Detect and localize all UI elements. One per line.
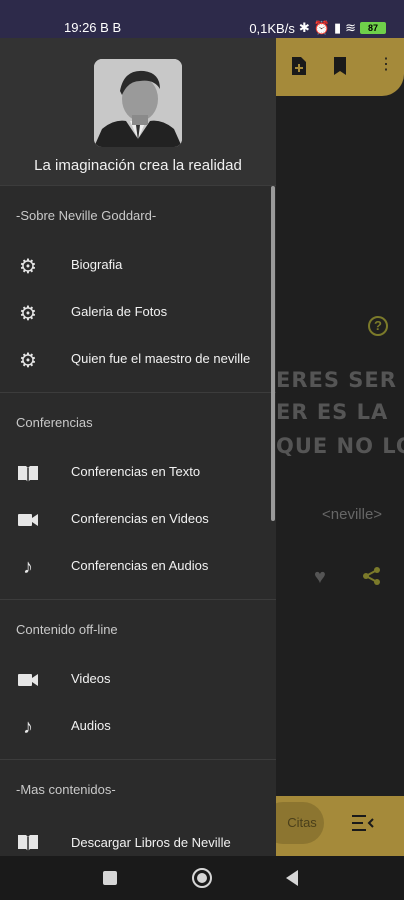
gear-icon: ⚙ <box>19 302 37 325</box>
back-button[interactable] <box>284 869 300 892</box>
drawer-item-label: Galeria de Fotos <box>71 304 168 319</box>
drawer-item-label: Quien fue el maestro de neville <box>71 351 251 366</box>
wifi-icon: ≋ <box>345 20 356 35</box>
drawer-item-label: Biografia <box>71 257 123 272</box>
quote-line: ERES SER <box>276 368 397 392</box>
drawer-scrollbar[interactable] <box>271 186 275 521</box>
section-title: Contenido off-line <box>16 622 118 637</box>
book-icon <box>16 462 40 484</box>
drawer-item-label: Audios <box>71 718 111 733</box>
drawer-section: -Sobre Neville Goddard- ⚙ Biografia ⚙ Ga… <box>0 186 276 393</box>
videocam-icon <box>16 669 40 691</box>
drawer-section: Conferencias Conferencias en Texto Confe… <box>0 393 276 600</box>
quote-author: <neville> <box>322 506 383 523</box>
status-icons: 0,1KB/s ✱ ⏰ ▮ ≋ 87 <box>249 20 386 36</box>
drawer-title: La imaginación crea la realidad <box>34 157 242 174</box>
battery-icon: 87 <box>360 22 386 34</box>
drawer-item-audios[interactable]: ♪ Audios <box>0 704 276 751</box>
drawer-item-videos[interactable]: Videos <box>0 657 276 704</box>
section-title: -Sobre Neville Goddard- <box>16 208 157 223</box>
drawer-item-biografia[interactable]: ⚙ Biografia <box>0 243 276 290</box>
drawer-header: La imaginación crea la realidad <box>0 38 276 186</box>
book-icon <box>16 831 40 853</box>
help-icon[interactable]: ? <box>368 316 388 336</box>
drawer-item-conferencias-audios[interactable]: ♪ Conferencias en Audios <box>0 544 276 591</box>
navigation-drawer: La imaginación crea la realidad -Sobre N… <box>0 38 276 856</box>
music-note-icon: ♪ <box>23 715 33 738</box>
network-speed: 0,1KB/s <box>249 20 295 36</box>
recent-apps-button[interactable] <box>102 870 118 891</box>
drawer-item-label: Conferencias en Audios <box>71 558 209 573</box>
signal-icon: ▮ <box>333 20 342 35</box>
avatar <box>94 59 182 147</box>
music-note-icon: ♪ <box>23 555 33 578</box>
drawer-section: Contenido off-line Videos ♪ Audios <box>0 600 276 760</box>
add-document-icon[interactable] <box>290 56 308 82</box>
drawer-item-conferencias-videos[interactable]: Conferencias en Videos <box>0 497 276 544</box>
drawer-item-label: Descargar Libros de Neville <box>71 835 231 850</box>
drawer-item-label: Conferencias en Videos <box>71 511 209 526</box>
menu-list-icon[interactable] <box>352 814 374 837</box>
section-title: -Mas contenidos- <box>16 782 116 797</box>
home-button[interactable] <box>191 867 213 894</box>
drawer-item-galeria[interactable]: ⚙ Galeria de Fotos <box>0 290 276 337</box>
system-navigation-bar <box>0 856 404 900</box>
drawer-section: -Mas contenidos- Descargar Libros de Nev… <box>0 760 276 856</box>
drawer-item-label: Videos <box>71 671 111 686</box>
alarm-icon: ⏰ <box>313 20 330 35</box>
status-time: 19:26 B B <box>64 20 122 35</box>
status-bar: 19:26 B B 0,1KB/s ✱ ⏰ ▮ ≋ 87 <box>0 0 404 38</box>
gear-icon: ⚙ <box>19 349 37 372</box>
heart-icon[interactable]: ♥ <box>314 566 326 589</box>
videocam-icon <box>16 509 40 531</box>
quote-line: QUE NO LO <box>276 434 404 458</box>
share-icon[interactable] <box>362 566 382 592</box>
gear-icon: ⚙ <box>19 255 37 278</box>
drawer-item-maestro[interactable]: ⚙ Quien fue el maestro de neville <box>0 337 276 384</box>
drawer-item-label: Conferencias en Texto <box>71 464 201 479</box>
drawer-item-conferencias-texto[interactable]: Conferencias en Texto <box>0 450 276 497</box>
more-vert-icon[interactable]: ⋮ <box>378 54 394 74</box>
quote-line: ER ES LA <box>276 400 389 424</box>
bookmark-icon[interactable] <box>332 56 350 82</box>
drawer-item-descargar-libros[interactable]: Descargar Libros de Neville <box>0 817 276 856</box>
bluetooth-icon: ✱ <box>298 20 310 35</box>
section-title: Conferencias <box>16 415 93 430</box>
